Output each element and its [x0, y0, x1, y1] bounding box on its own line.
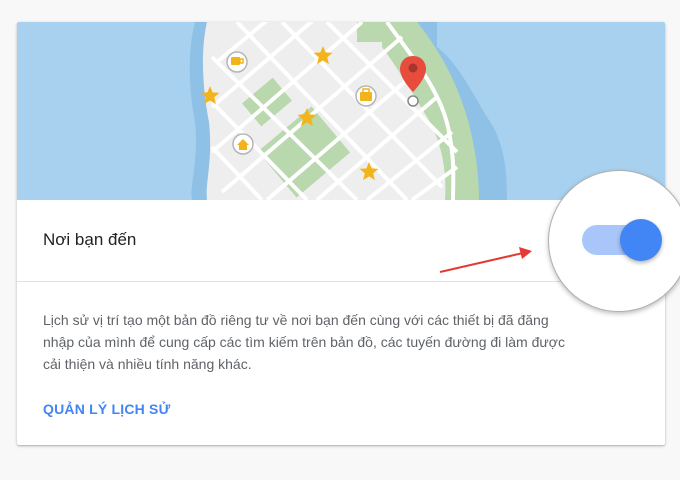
toggle-knob[interactable]	[620, 219, 662, 261]
manage-history-link[interactable]: QUẢN LÝ LỊCH SỬ	[43, 401, 170, 417]
zoom-magnifier	[548, 170, 680, 312]
map-illustration	[17, 22, 665, 200]
shop-marker-icon	[355, 85, 377, 107]
coffee-marker-icon	[226, 51, 248, 73]
red-arrow-icon	[439, 247, 532, 273]
setting-description: Lịch sử vị trí tạo một bản đồ riêng tư v…	[43, 312, 565, 372]
home-marker-icon	[232, 133, 254, 155]
setting-title: Nơi bạn đến	[43, 230, 137, 249]
location-history-toggle[interactable]	[582, 219, 662, 261]
